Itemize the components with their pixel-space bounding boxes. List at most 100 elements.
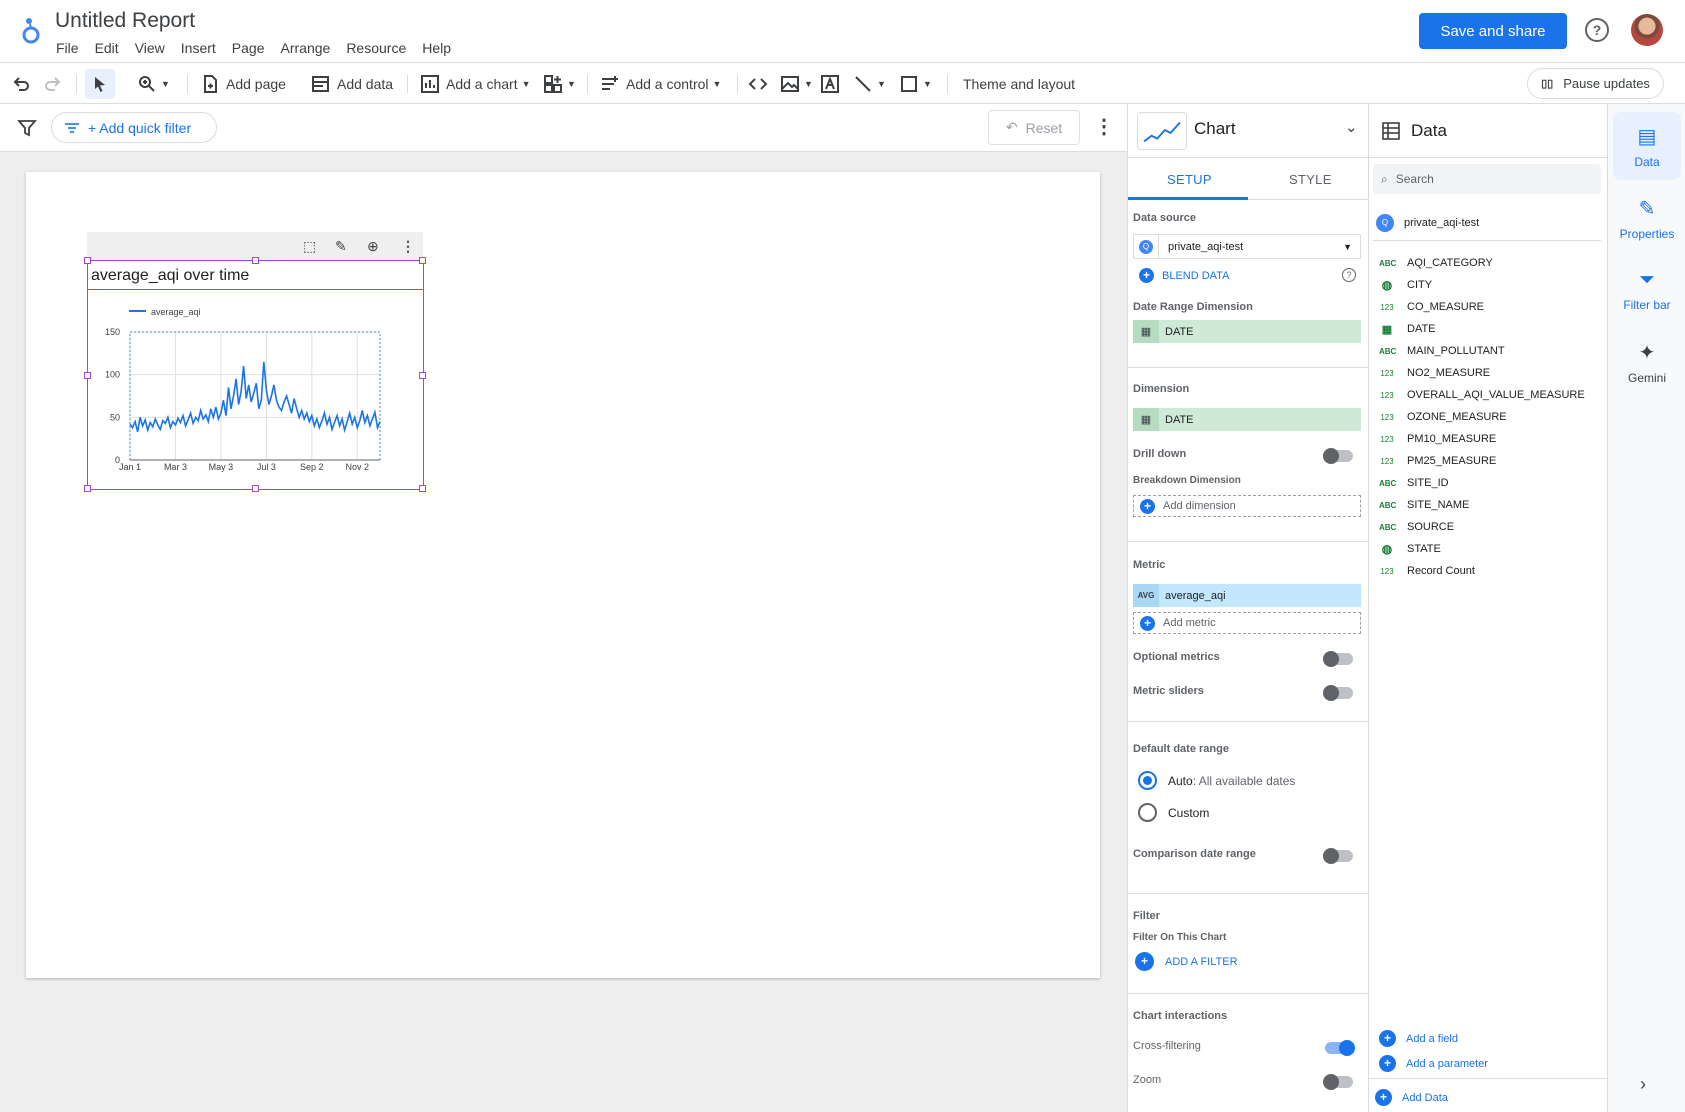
zoom-tool-icon[interactable]: ▼ [137, 71, 170, 97]
chevron-right-icon[interactable]: › [1640, 1074, 1646, 1095]
add-chart-button[interactable]: Add a chart ▼ [420, 71, 531, 97]
resize-handle[interactable] [84, 485, 91, 492]
add-metric-button[interactable]: + Add metric [1133, 612, 1361, 634]
field-item[interactable]: 123 CO_MEASURE [1379, 296, 1484, 318]
cross-filtering-toggle[interactable] [1325, 1040, 1355, 1056]
add-parameter-button[interactable]: + Add a parameter [1379, 1055, 1488, 1072]
add-field-label: Add a field [1406, 1032, 1458, 1045]
image-icon[interactable]: ▼ [780, 71, 813, 97]
auto-date-radio[interactable] [1138, 771, 1157, 790]
rail-filter-bar-button[interactable]: ⏷ Filter bar [1613, 256, 1681, 324]
menu-page[interactable]: Page [224, 38, 273, 58]
menu-help[interactable]: Help [414, 38, 459, 58]
zoom-toggle[interactable] [1323, 1074, 1353, 1090]
field-item[interactable]: 123 NO2_MEASURE [1379, 362, 1490, 384]
help-icon[interactable]: ? [1342, 268, 1356, 282]
time-series-chart-icon[interactable] [1137, 112, 1187, 150]
menu-arrange[interactable]: Arrange [273, 38, 339, 58]
looker-studio-logo-icon[interactable] [18, 14, 44, 46]
field-item[interactable]: 123 PM25_MEASURE [1379, 450, 1496, 472]
field-item[interactable]: 123 Record Count [1379, 560, 1475, 582]
add-field-button[interactable]: + Add a field [1379, 1030, 1458, 1047]
save-and-share-button[interactable]: Save and share [1419, 13, 1567, 49]
field-search-input[interactable]: ⌕ Search [1373, 164, 1601, 194]
tab-style[interactable]: STYLE [1289, 172, 1332, 187]
text-box-icon[interactable] [820, 71, 840, 97]
data-source-item[interactable]: Q private_aqi-test [1376, 214, 1479, 232]
menu-resource[interactable]: Resource [338, 38, 414, 58]
report-title[interactable]: Untitled Report [55, 9, 195, 33]
time-series-chart[interactable]: average_aqi over time average_aqi 0 50 100 1… [84, 257, 426, 492]
zoom-icon[interactable]: ⊕ [367, 238, 379, 255]
chevron-down-icon: ▼ [567, 79, 576, 89]
add-page-button[interactable]: Add page [200, 71, 286, 97]
menu-insert[interactable]: Insert [173, 38, 224, 58]
field-item[interactable]: ◍ STATE [1379, 538, 1441, 560]
pause-updates-button[interactable]: ▯▯ Pause updates [1527, 68, 1664, 99]
add-circle-icon: + [1135, 952, 1154, 971]
add-filter-button[interactable]: + ADD A FILTER [1135, 952, 1238, 971]
add-data-button[interactable]: + Add Data [1375, 1089, 1448, 1106]
rail-gemini-button[interactable]: ✦ Gemini [1613, 328, 1681, 396]
edit-pencil-icon[interactable]: ✎ [335, 238, 347, 255]
field-item[interactable]: ABC AQI_CATEGORY [1379, 252, 1493, 274]
comparison-date-range-toggle[interactable] [1323, 848, 1353, 864]
chevron-down-icon[interactable]: ⌄ [1345, 118, 1358, 136]
resize-handle[interactable] [419, 485, 426, 492]
select-tool-icon[interactable] [85, 69, 115, 99]
menu-view[interactable]: View [127, 38, 173, 58]
resize-handle[interactable] [252, 257, 259, 264]
field-item[interactable]: 123 OVERALL_AQI_VALUE_MEASURE [1379, 384, 1584, 406]
add-quick-filter-button[interactable]: + Add quick filter [51, 112, 217, 143]
more-vert-icon[interactable]: ⋮ [401, 238, 415, 255]
avatar[interactable] [1631, 14, 1663, 46]
rail-properties-button[interactable]: ✎ Properties [1613, 184, 1681, 252]
blend-data-button[interactable]: + BLEND DATA [1139, 268, 1229, 283]
select-chart-icon[interactable]: ⬚ [303, 238, 316, 255]
filter-icon[interactable] [17, 118, 37, 138]
resize-handle[interactable] [252, 485, 259, 492]
field-item[interactable]: ◍ CITY [1379, 274, 1432, 296]
field-item[interactable]: ABC SOURCE [1379, 516, 1454, 538]
resize-handle[interactable] [419, 257, 426, 264]
field-item[interactable]: ▦ DATE [1379, 318, 1436, 340]
tab-setup[interactable]: SETUP [1167, 172, 1212, 187]
data-source-select[interactable]: Q private_aqi-test ▼ [1133, 234, 1361, 259]
resize-handle[interactable] [419, 372, 426, 379]
toolbar: ▼ Add page Add data Add a chart ▼ ▼ Add … [0, 63, 1685, 104]
line-tool-icon[interactable]: ▼ [853, 71, 886, 97]
optional-metrics-toggle[interactable] [1323, 651, 1353, 667]
community-viz-icon[interactable]: ▼ [543, 71, 576, 97]
resize-handle[interactable] [84, 372, 91, 379]
reset-button[interactable]: ↶ Reset [988, 110, 1080, 145]
resize-handle[interactable] [84, 257, 91, 264]
undo-icon[interactable] [11, 71, 31, 97]
custom-date-radio[interactable] [1138, 803, 1157, 822]
rail-data-button[interactable]: ▤ Data [1613, 112, 1681, 180]
field-item[interactable]: 123 PM10_MEASURE [1379, 428, 1496, 450]
drill-down-toggle[interactable] [1323, 448, 1353, 464]
menu-edit[interactable]: Edit [87, 38, 127, 58]
add-data-button[interactable]: Add data [311, 71, 393, 97]
dimension-chip[interactable]: ▦ DATE [1133, 408, 1361, 431]
more-vert-icon[interactable]: ⋮ [1094, 114, 1114, 139]
field-item[interactable]: 123 OZONE_MEASURE [1379, 406, 1506, 428]
metric-aggregation[interactable]: AVG [1133, 584, 1159, 607]
date-range-dimension-chip[interactable]: ▦ DATE [1133, 320, 1361, 343]
field-item[interactable]: ABC SITE_NAME [1379, 494, 1469, 516]
menu-file[interactable]: File [48, 38, 87, 58]
metric-chip[interactable]: AVG average_aqi [1133, 584, 1361, 607]
theme-and-layout-button[interactable]: Theme and layout [963, 71, 1075, 97]
metric-sliders-toggle[interactable] [1323, 685, 1353, 701]
field-item[interactable]: ABC SITE_ID [1379, 472, 1449, 494]
add-dimension-button[interactable]: + Add dimension [1133, 495, 1361, 517]
field-item[interactable]: ABC MAIN_POLLUTANT [1379, 340, 1505, 362]
chart-interactions-label: Chart interactions [1133, 1010, 1228, 1022]
help-icon[interactable]: ? [1585, 18, 1609, 42]
chart-title[interactable]: average_aqi over time [88, 261, 423, 290]
redo-icon[interactable] [43, 71, 63, 97]
report-page[interactable]: ⬚ ✎ ⊕ ⋮ average_aqi over time average_aq… [26, 172, 1100, 978]
add-control-button[interactable]: Add a control ▼ [600, 71, 721, 97]
embed-code-icon[interactable] [748, 71, 768, 97]
shape-tool-icon[interactable]: ▼ [899, 71, 932, 97]
